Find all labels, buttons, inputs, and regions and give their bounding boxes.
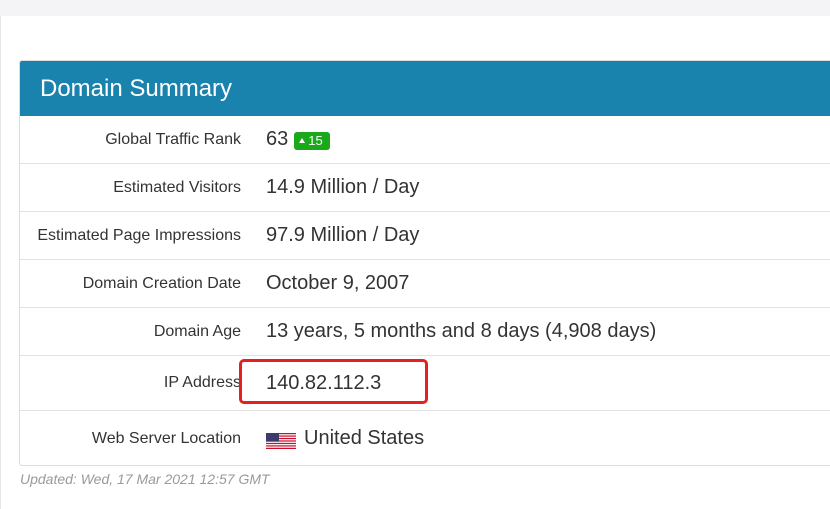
top-bar (0, 0, 830, 16)
row-label: IP Address (163, 374, 241, 391)
row-label: Web Server Location (91, 429, 241, 447)
row-domain-creation-date: Domain Creation Date October 9, 2007 (20, 260, 830, 308)
row-value: 140.82.112.3 (266, 371, 382, 394)
row-estimated-visitors: Estimated Visitors 14.9 Million / Day (20, 164, 830, 212)
domain-summary-card: Domain Summary Global Traffic Rank 63 15… (19, 60, 830, 466)
traffic-rank-value: 63 (266, 128, 289, 150)
row-domain-age: Domain Age 13 years, 5 months and 8 days… (20, 308, 830, 356)
row-label: Domain Creation Date (82, 274, 241, 292)
rank-change-badge: 15 (294, 131, 330, 150)
left-edge-divider (0, 16, 1, 509)
row-value: United States (266, 427, 424, 450)
row-label: Global Traffic Rank (105, 130, 241, 148)
server-location-value: United States (304, 427, 425, 449)
row-global-traffic-rank: Global Traffic Rank 63 15 (20, 116, 830, 164)
row-web-server-location: Web Server Location United States (20, 411, 830, 465)
row-value: October 9, 2007 (266, 272, 410, 294)
row-value: 13 years, 5 months and 8 days (4,908 day… (266, 320, 657, 342)
card-title: Domain Summary (40, 74, 233, 102)
row-label: Estimated Page Impressions (37, 226, 241, 244)
row-value: 63 15 (266, 128, 330, 151)
rank-change-value: 15 (308, 133, 323, 148)
updated-timestamp: Updated: Wed, 17 Mar 2021 12:57 GMT (20, 471, 270, 487)
row-ip-address: IP Address 140.82.112.3 (20, 356, 830, 411)
arrow-up-icon (299, 137, 306, 143)
row-label: Domain Age (153, 322, 241, 340)
row-estimated-page-impressions: Estimated Page Impressions 97.9 Million … (20, 212, 830, 260)
card-header: Domain Summary (20, 61, 830, 116)
row-label: Estimated Visitors (113, 178, 241, 196)
us-flag-icon (266, 432, 296, 449)
row-value: 97.9 Million / Day (266, 224, 420, 246)
row-value: 14.9 Million / Day (266, 176, 420, 198)
